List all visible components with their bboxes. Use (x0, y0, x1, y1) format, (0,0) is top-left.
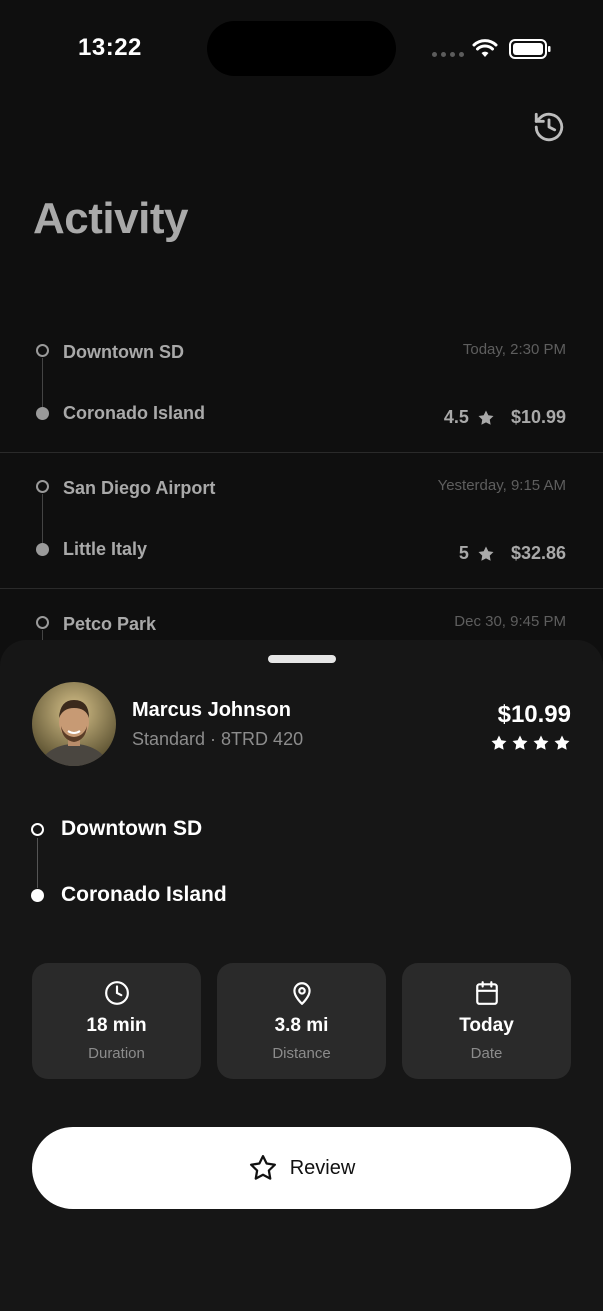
trip-origin: Petco Park (63, 614, 157, 634)
route-line (37, 838, 38, 888)
star-outline-icon (249, 1155, 276, 1180)
wifi-icon (472, 39, 498, 57)
stat-label: Date (470, 1045, 503, 1062)
stat-value: 18 min (86, 1015, 147, 1036)
driver-avatar (32, 682, 116, 766)
trip-time: Yesterday, 9:15 AM (437, 477, 566, 494)
route-line (42, 358, 43, 407)
battery-icon (509, 39, 551, 59)
trip-time: Today, 2:30 PM (462, 341, 566, 358)
sheet-handle[interactable] (268, 655, 336, 663)
trip-time: Dec 30, 9:45 PM (454, 613, 566, 630)
star-icon (533, 735, 549, 750)
dynamic-island (207, 21, 396, 76)
trip-origin: Downtown SD (63, 342, 184, 362)
stat-label: Distance (272, 1045, 331, 1062)
route-line (42, 494, 43, 543)
stat-card-distance: 3.8 mi Distance (217, 963, 386, 1079)
cellular-signal-icon (432, 52, 464, 57)
trip-price: $32.86 (510, 543, 566, 563)
trip-meta: 5 $32.86 (459, 543, 566, 564)
trip-origin: San Diego Airport (63, 478, 216, 498)
driver-name: Marcus Johnson (132, 699, 291, 721)
review-button-label: Review (289, 1156, 356, 1179)
origin-dot (31, 823, 44, 836)
destination-dot (31, 889, 44, 902)
origin-dot (36, 344, 49, 357)
trip-destination: Little Italy (63, 539, 148, 559)
driver-vehicle: Standard · 8TRD 420 (132, 729, 304, 749)
route-destination: Coronado Island (61, 883, 227, 906)
destination-dot (36, 543, 49, 556)
stat-value: 3.8 mi (274, 1015, 329, 1036)
route-origin: Downtown SD (61, 817, 203, 840)
trip-price: $10.99 (510, 407, 566, 427)
stat-card-duration: 18 min Duration (32, 963, 201, 1079)
star-icon (478, 410, 494, 425)
map-pin-icon (292, 982, 311, 1005)
trip-rating: 4.5 (443, 407, 469, 427)
driver-rating-stars (490, 734, 571, 752)
trip-fare: $10.99 (497, 701, 571, 728)
page-title: Activity (33, 194, 188, 243)
stat-card-date: Today Date (402, 963, 571, 1079)
stat-value: Today (459, 1015, 514, 1036)
destination-dot (36, 407, 49, 420)
trip-list-item[interactable]: Downtown SD Coronado Island Today, 2:30 … (0, 317, 603, 453)
trip-meta: 4.5 $10.99 (444, 407, 566, 428)
star-icon (554, 735, 570, 750)
trip-rating: 5 (458, 543, 469, 563)
star-icon (512, 735, 528, 750)
status-bar: 13:22 (0, 0, 603, 96)
stat-label: Duration (88, 1045, 145, 1062)
origin-dot (36, 616, 49, 629)
calendar-icon (475, 981, 498, 1005)
trip-destination: Coronado Island (63, 403, 206, 423)
clock-icon (104, 981, 129, 1005)
star-icon (478, 546, 494, 561)
star-icon (491, 735, 507, 750)
trip-detail-sheet: Marcus Johnson Standard · 8TRD 420 $10.9… (0, 640, 603, 1311)
history-button[interactable] (528, 106, 570, 148)
review-button[interactable]: Review (32, 1127, 571, 1209)
trip-list-item[interactable]: San Diego Airport Little Italy Yesterday… (0, 453, 603, 589)
status-time: 13:22 (78, 34, 142, 61)
history-icon (534, 112, 564, 142)
origin-dot (36, 480, 49, 493)
